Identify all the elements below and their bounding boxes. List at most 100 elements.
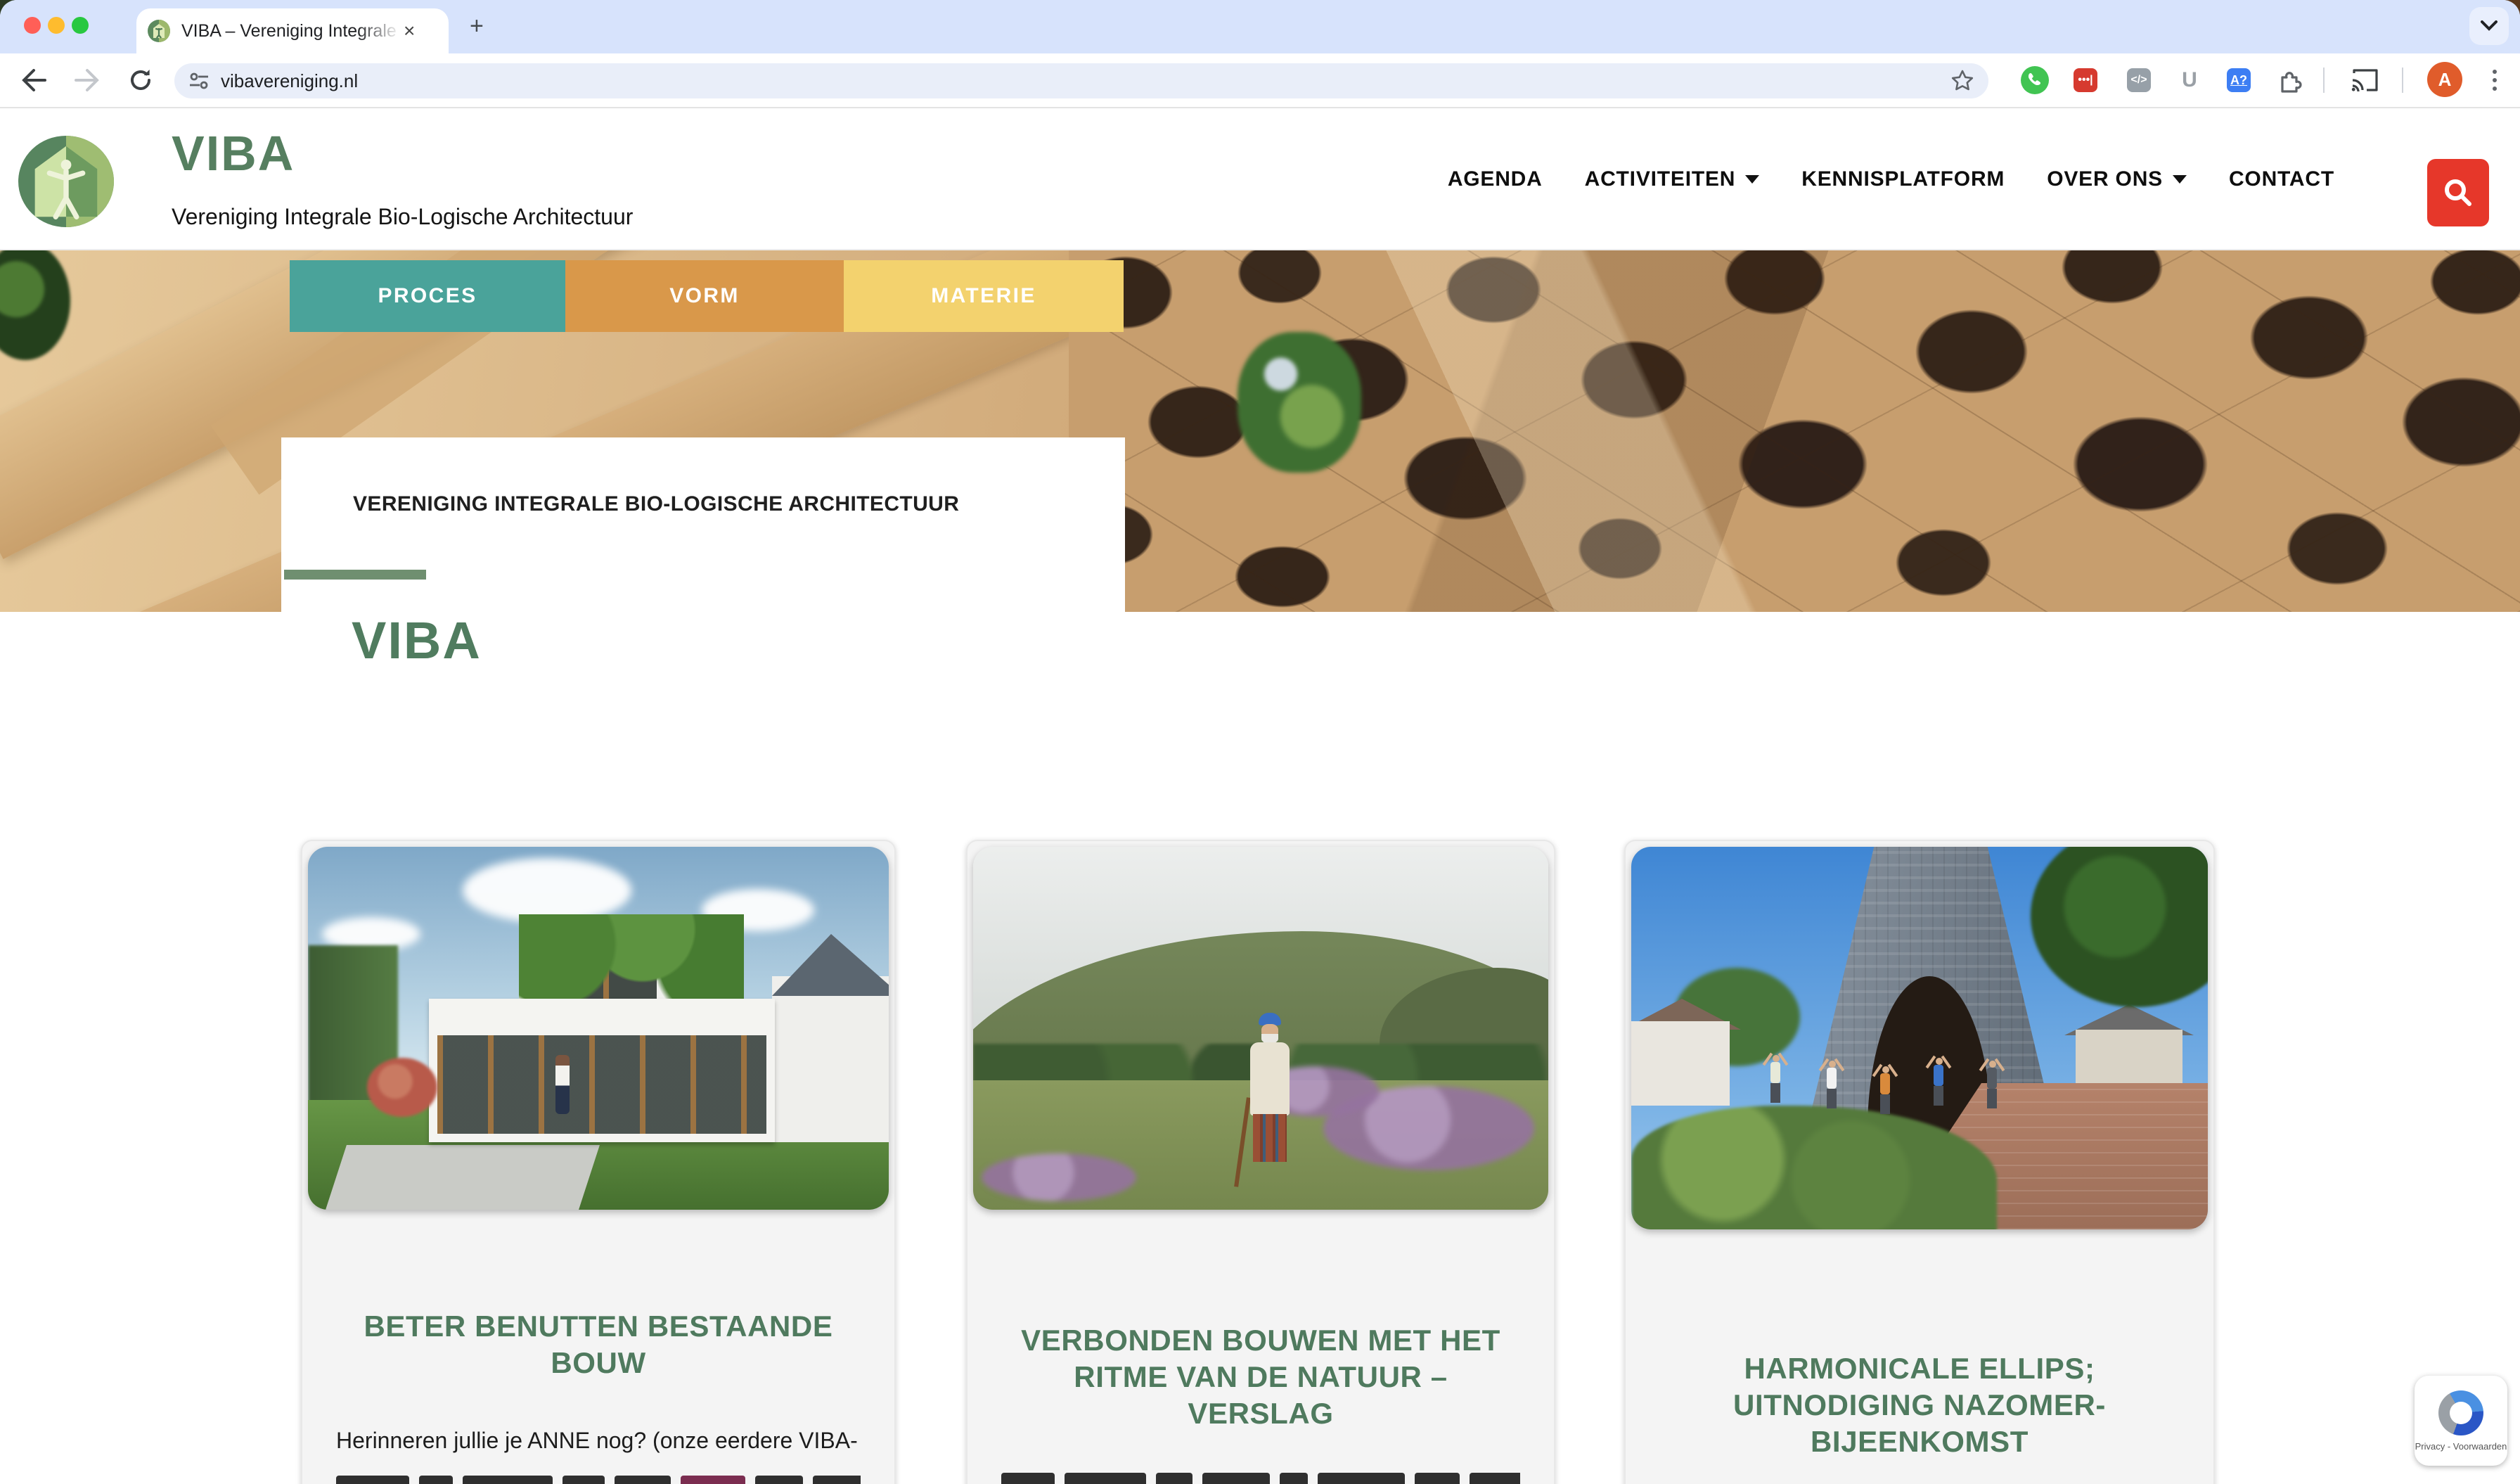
translate-extension-icon[interactable]: A? [2223,65,2254,96]
person-raised-arms [1932,1058,1945,1106]
nav-item-kennisplatform[interactable]: KENNISPLATFORM [1801,167,2005,191]
legs [1880,1094,1890,1114]
person-raised-arms [1825,1061,1838,1108]
code-extension-icon[interactable]: </> [2123,65,2154,96]
browser-tab-strip: VIBA – Vereniging Integrale B × + [0,0,2520,53]
cast-button[interactable] [2350,65,2381,96]
post-excerpt: Herinneren jullie je ANNE nog? (onze eer… [336,1424,861,1457]
puzzle-icon [2278,68,2303,93]
clipped-word [1280,1473,1308,1484]
profile-avatar[interactable]: A [2427,62,2462,97]
site-title[interactable]: VIBA [172,125,295,181]
tab-close-icon[interactable]: × [404,21,415,41]
person-raised-arms [1879,1066,1891,1114]
torso [1987,1068,1997,1089]
close-window-button[interactable] [24,17,41,34]
recaptcha-badge[interactable]: Privacy - Voorwaarden [2415,1376,2507,1466]
head [1882,1066,1889,1073]
nav-item-over-ons[interactable]: OVER ONS [2047,167,2187,191]
nav-item-activiteiten[interactable]: ACTIVITEITEN [1585,167,1760,191]
hero-image: PROCES VORM MATERIE VERENIGING INTEGRALE… [0,250,2520,612]
house [1631,1021,1730,1106]
tab-search-button[interactable] [2469,7,2509,45]
head [1936,1058,1943,1065]
clipped-word [1202,1473,1270,1484]
head [1773,1055,1780,1062]
clipped-text-strip [336,1476,861,1484]
browser-menu-button[interactable] [2483,63,2506,97]
clipped-word [755,1476,803,1484]
foliage [0,250,70,360]
category-tabs: PROCES VORM MATERIE [290,260,1124,332]
person-raised-arms [1769,1055,1782,1103]
dot [2493,78,2497,82]
foliage [1238,332,1361,473]
dot [2493,87,2497,91]
torso [1880,1073,1890,1094]
extensions-puzzle-icon[interactable] [2275,65,2306,96]
clipped-word [1065,1473,1146,1484]
post-title[interactable]: VERBONDEN BOUWEN MET HET RITME VAN DE NA… [1004,1322,1517,1432]
tab-materie[interactable]: MATERIE [844,260,1124,332]
back-button[interactable] [17,63,51,97]
search-icon [2443,177,2474,208]
bookmark-star-icon[interactable] [1950,69,1974,93]
post-image-tower[interactable] [1631,847,2208,1229]
forward-button[interactable] [70,63,104,97]
whatsapp-extension-icon[interactable] [2019,65,2050,96]
cast-icon [2351,69,2379,91]
clipped-word [463,1476,553,1484]
head [1989,1061,1996,1068]
house-annex [772,976,889,1142]
red-tree [367,1058,437,1117]
person-raised-arms [1986,1061,1998,1108]
url-bar[interactable]: vibavereniging.nl [174,63,1988,98]
person [555,1055,570,1114]
clipped-word [813,1476,861,1484]
new-tab-button[interactable]: + [470,14,484,38]
site-favicon [148,20,170,42]
tab-proces[interactable]: PROCES [290,260,565,332]
site-subtitle: Vereniging Integrale Bio-Logische Archit… [172,204,633,230]
patio [326,1145,600,1210]
site-settings-icon[interactable] [188,72,210,90]
nav-item-contact[interactable]: CONTACT [2229,167,2334,191]
clipped-word [1470,1473,1520,1484]
shirt [1250,1042,1290,1115]
head [1829,1061,1836,1068]
reload-icon [129,68,153,92]
password-manager-extension-icon[interactable]: •••| [2070,65,2101,96]
torso [1770,1062,1780,1083]
green-accent-bar [284,570,426,580]
url-text[interactable]: vibavereniging.nl [221,70,1950,92]
torso [1827,1068,1837,1089]
torso [1934,1065,1943,1086]
toolbar-divider [2402,68,2403,93]
reload-button[interactable] [124,63,158,97]
browser-toolbar: vibavereniging.nl •••| </> U A? A [0,53,2520,108]
tab-title: VIBA – Vereniging Integrale B [181,21,401,41]
clipped-word [1415,1473,1460,1484]
nav-item-agenda[interactable]: AGENDA [1448,167,1543,191]
post-card[interactable]: BETER BENUTTEN BESTAANDE BOUW Herinneren… [301,840,896,1484]
post-image-house[interactable] [308,847,889,1210]
post-card[interactable]: HARMONICALE ELLIPS; UITNODIGING NAZOMER-… [1624,840,2215,1484]
clipped-link-word [681,1476,745,1484]
hero-overlay-panel: VERENIGING INTEGRALE BIO-LOGISCHE ARCHIT… [281,437,1125,612]
viba-logo[interactable] [14,134,118,229]
legs [1934,1086,1943,1106]
post-image-hiker[interactable] [973,847,1548,1210]
site-header: VIBA Vereniging Integrale Bio-Logische A… [0,108,2520,250]
minimize-window-button[interactable] [48,17,65,34]
browser-tab[interactable]: VIBA – Vereniging Integrale B × [136,8,449,53]
post-card[interactable]: VERBONDEN BOUWEN MET HET RITME VAN DE NA… [966,840,1555,1484]
post-title[interactable]: HARMONICALE ELLIPS; UITNODIGING NAZOMER-… [1662,1350,2177,1460]
chevron-down-icon [2173,175,2187,184]
ivy-covered-upper-floor [519,914,744,1013]
search-button[interactable] [2427,159,2489,226]
tab-vorm[interactable]: VORM [565,260,844,332]
maximize-window-button[interactable] [72,17,89,34]
u-extension-icon[interactable]: U [2174,65,2205,96]
post-title[interactable]: BETER BENUTTEN BESTAANDE BOUW [339,1308,858,1381]
clipped-text-strip [1001,1473,1520,1484]
